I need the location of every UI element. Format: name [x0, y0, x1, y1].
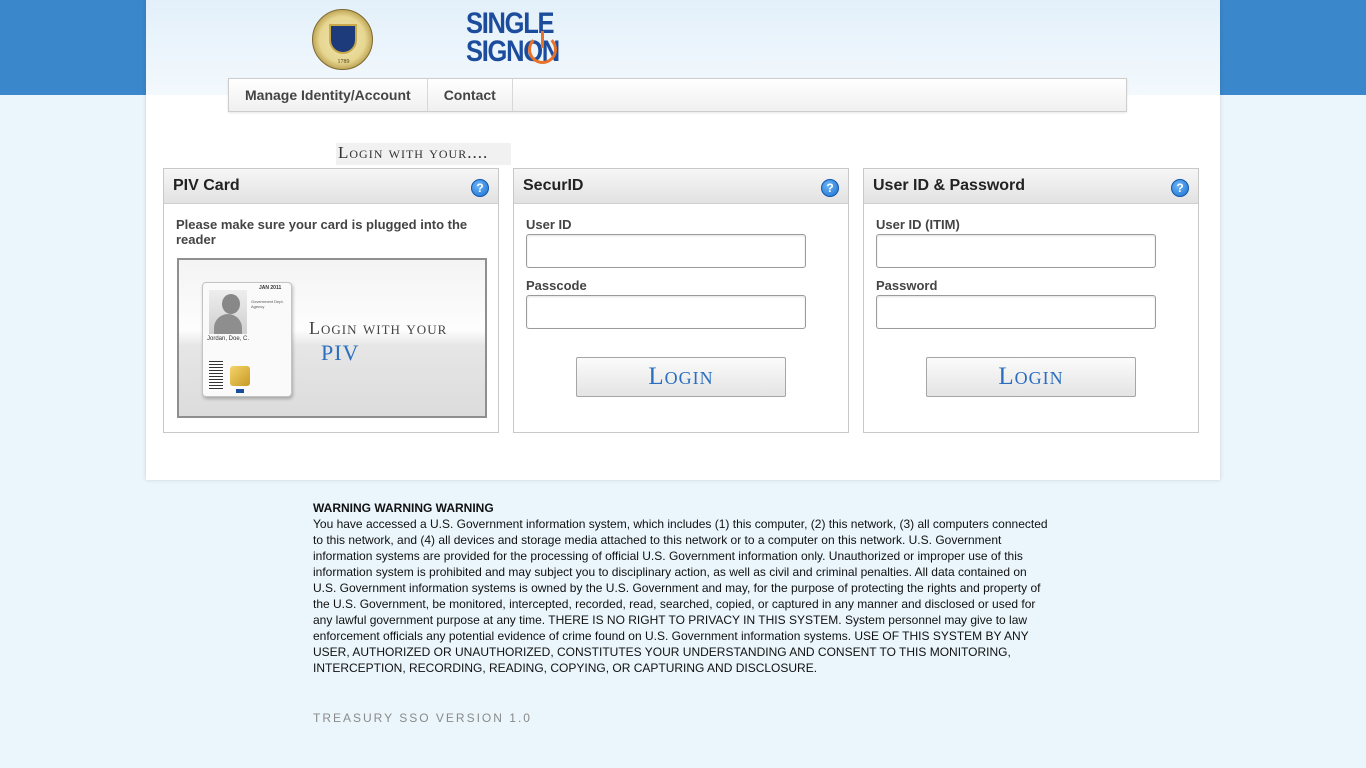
- userpass-password-input[interactable]: [876, 295, 1156, 329]
- securid-passcode-label: Passcode: [526, 278, 587, 293]
- main-container: 1789 SINGLE SIGNON Manage Identity/Accou…: [146, 0, 1220, 480]
- piv-instructions: Please make sure your card is plugged in…: [176, 217, 468, 247]
- userpass-help-icon[interactable]: ?: [1171, 179, 1189, 197]
- securid-panel: SecurID ? User ID Passcode Login: [513, 168, 849, 433]
- userpass-user-input[interactable]: [876, 234, 1156, 268]
- login-with-heading: Login with your....: [336, 143, 511, 165]
- top-nav: Manage Identity/Account Contact: [228, 78, 1127, 112]
- treasury-seal-logo: 1789: [312, 9, 373, 70]
- seal-year: 1789: [337, 59, 350, 65]
- warning-body: You have accessed a U.S. Government info…: [313, 517, 1048, 675]
- piv-image-text: Login with your: [309, 318, 448, 338]
- id-card-icon: JAN 2011 Government Dept. Agency Jordan,…: [202, 282, 292, 397]
- piv-panel-title: PIV Card: [173, 177, 240, 194]
- securid-help-icon[interactable]: ?: [821, 179, 839, 197]
- card-agency-text: Government Dept. Agency: [251, 299, 284, 309]
- seal-shield-icon: [329, 24, 357, 54]
- piv-help-icon[interactable]: ?: [471, 179, 489, 197]
- warning-notice: WARNING WARNING WARNING You have accesse…: [313, 500, 1053, 676]
- card-person-body: [214, 314, 242, 334]
- piv-login-image-button[interactable]: JAN 2011 Government Dept. Agency Jordan,…: [177, 258, 487, 418]
- card-name: Jordan, Doe, C.: [207, 336, 250, 342]
- securid-login-button[interactable]: Login: [576, 357, 786, 397]
- card-logo-icon: [236, 389, 244, 393]
- userpass-password-label: Password: [876, 278, 938, 293]
- securid-user-input[interactable]: [526, 234, 806, 268]
- version-text: TREASURY SSO VERSION 1.0: [313, 711, 532, 725]
- userpass-panel-header: User ID & Password ?: [864, 169, 1198, 204]
- piv-card-panel: PIV Card ? Please make sure your card is…: [163, 168, 499, 433]
- securid-panel-header: SecurID ?: [514, 169, 848, 204]
- card-chip-icon: [230, 366, 250, 386]
- securid-user-label: User ID: [526, 217, 572, 232]
- card-photo: [209, 290, 247, 334]
- userid-password-panel: User ID & Password ? User ID (ITIM) Pass…: [863, 168, 1199, 433]
- nav-contact[interactable]: Contact: [428, 79, 513, 111]
- card-person-head: [222, 294, 240, 314]
- userpass-login-button[interactable]: Login: [926, 357, 1136, 397]
- nav-manage-identity[interactable]: Manage Identity/Account: [229, 79, 428, 111]
- card-barcode: [209, 361, 223, 391]
- userpass-panel-title: User ID & Password: [873, 177, 1026, 194]
- card-date: JAN 2011: [259, 285, 282, 291]
- piv-image-text-piv: PIV: [321, 340, 360, 365]
- userpass-user-label: User ID (ITIM): [876, 217, 960, 232]
- warning-title: WARNING WARNING WARNING: [313, 501, 494, 515]
- piv-panel-header: PIV Card ?: [164, 169, 498, 204]
- power-icon-line: [541, 31, 544, 48]
- securid-passcode-input[interactable]: [526, 295, 806, 329]
- securid-panel-title: SecurID: [523, 177, 584, 194]
